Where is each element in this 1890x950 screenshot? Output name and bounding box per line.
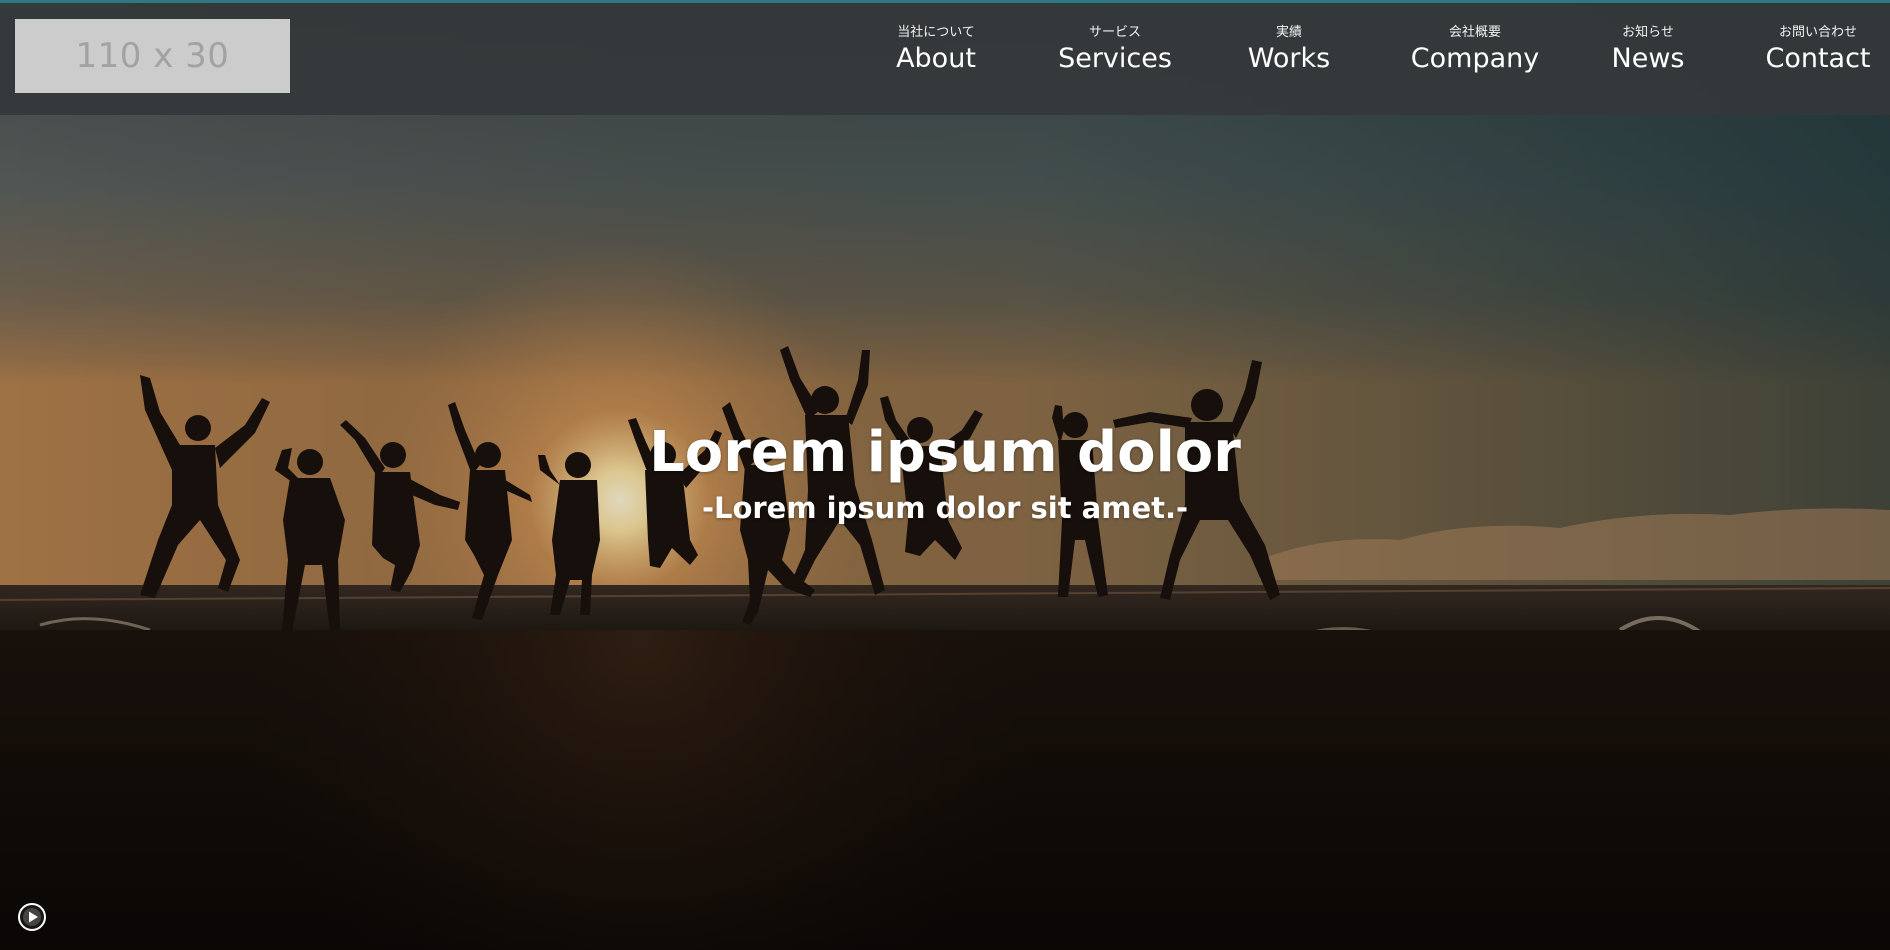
nav-label-works: Works xyxy=(1247,43,1331,74)
nav-sub-news: お知らせ xyxy=(1622,25,1674,40)
nav-label-services: Services xyxy=(1058,43,1172,74)
nav-item-works[interactable]: 実績 Works xyxy=(1234,24,1344,76)
page: 110 x 30 当社について About サービス Services 実績 W… xyxy=(0,0,1890,950)
nav-label-contact: Contact xyxy=(1765,43,1871,74)
nav-sub-about: 当社について xyxy=(897,25,975,40)
nav-label-about: About xyxy=(896,43,976,74)
site-header: 110 x 30 当社について About サービス Services 実績 W… xyxy=(0,0,1890,115)
hero-subtitle: -Lorem ipsum dolor sit amet.- xyxy=(701,491,1189,525)
nav-item-about[interactable]: 当社について About xyxy=(876,24,996,76)
nav-label-company: Company xyxy=(1410,43,1540,74)
nav-item-contact[interactable]: お問い合わせ Contact xyxy=(1753,24,1883,76)
nav-sub-works: 実績 xyxy=(1275,25,1302,40)
nav-item-company[interactable]: 会社概要 Company xyxy=(1395,24,1555,76)
nav-item-services[interactable]: サービス Services xyxy=(1045,24,1185,76)
play-circle-icon[interactable] xyxy=(17,902,47,932)
nav-item-news[interactable]: お知らせ News xyxy=(1593,24,1703,76)
hero-title: Lorem ipsum dolor xyxy=(649,420,1241,485)
logo-placeholder[interactable]: 110 x 30 xyxy=(15,19,290,93)
nav-sub-services: サービス xyxy=(1088,25,1141,40)
nav-sub-company: 会社概要 xyxy=(1448,25,1501,40)
top-accent-line xyxy=(0,0,1890,3)
nav-label-news: News xyxy=(1611,43,1685,74)
nav-sub-contact: お問い合わせ xyxy=(1778,25,1857,40)
